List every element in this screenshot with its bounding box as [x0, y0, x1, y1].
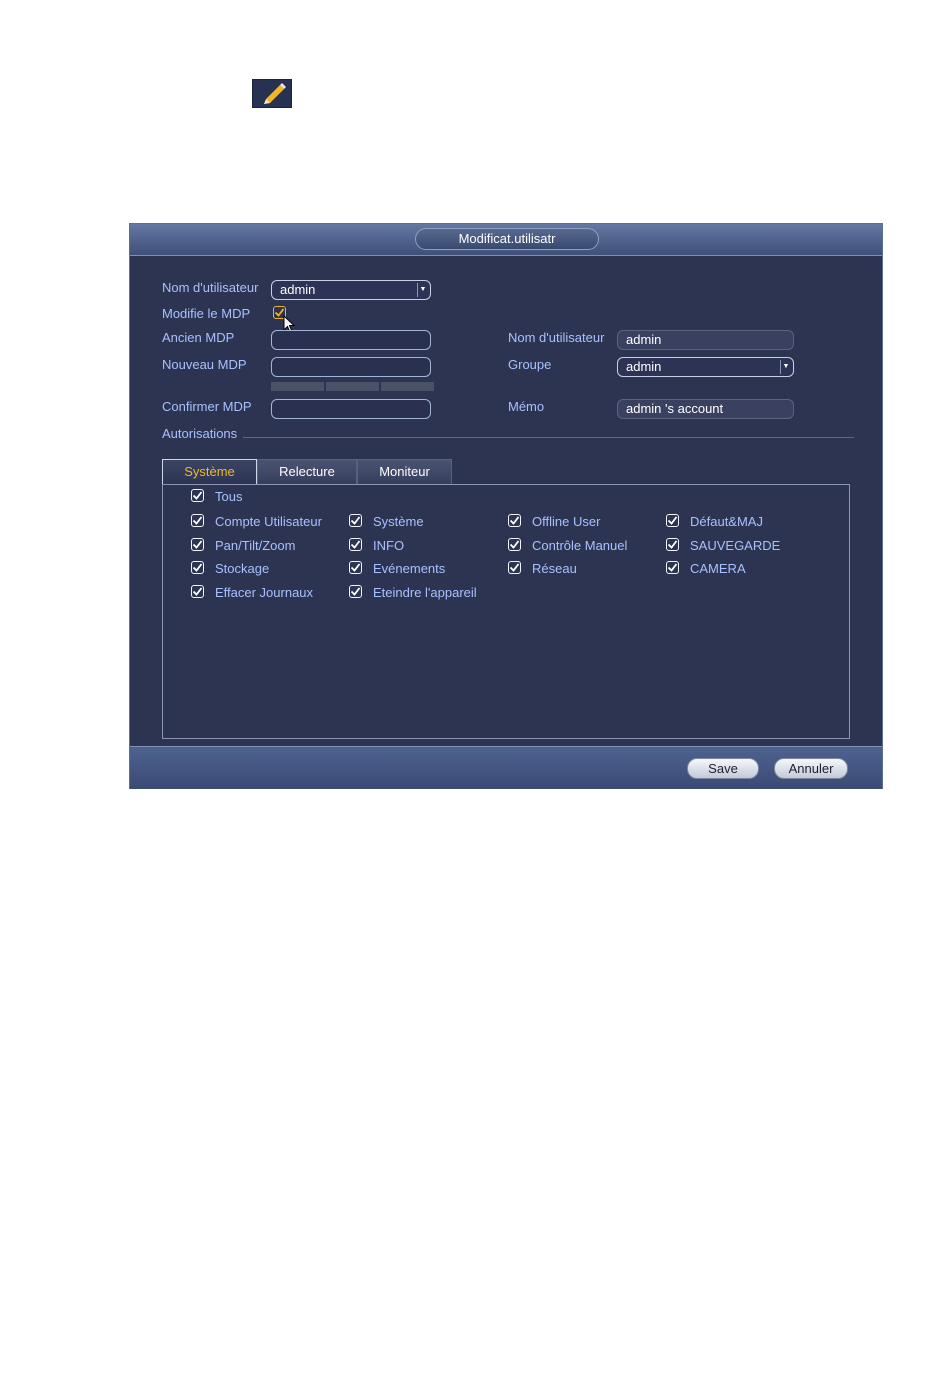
check-icon [350, 563, 361, 572]
permission-checkbox[interactable] [191, 489, 204, 502]
check-icon [667, 516, 678, 525]
permission-checkbox[interactable] [508, 538, 521, 551]
dialog-title: Modificat.utilisatr [415, 228, 599, 250]
check-icon [192, 516, 203, 525]
dialog-button-bar: Save Annuler [130, 746, 882, 789]
permission-checkbox[interactable] [349, 514, 362, 527]
chevron-down-icon: ▼ [417, 283, 428, 297]
permission-checkbox[interactable] [191, 538, 204, 551]
permission-label: Stockage [215, 561, 270, 576]
username-select[interactable]: admin ▼ [271, 280, 431, 300]
old-password-label: Ancien MDP [162, 330, 235, 345]
new-password-label: Nouveau MDP [162, 357, 247, 372]
permission-label: Contrôle Manuel [532, 538, 628, 553]
strength-segment [326, 382, 379, 391]
permission-label: Evénements [373, 561, 446, 576]
tab-system[interactable]: Système [162, 459, 257, 484]
section-divider [243, 437, 854, 438]
group-select[interactable]: admin ▼ [617, 357, 794, 377]
edit-pencil-icon[interactable] [252, 79, 292, 108]
check-icon [350, 516, 361, 525]
confirm-password-label: Confirmer MDP [162, 399, 252, 414]
permission-checkbox[interactable] [508, 561, 521, 574]
permission-checkbox[interactable] [666, 561, 679, 574]
check-icon [667, 563, 678, 572]
check-icon [192, 540, 203, 549]
new-password-input[interactable] [271, 357, 431, 377]
check-icon [350, 540, 361, 549]
strength-segment [271, 382, 324, 391]
permission-checkbox[interactable] [191, 585, 204, 598]
username-label: Nom d'utilisateur [162, 280, 259, 295]
group-label: Groupe [508, 357, 552, 372]
old-password-input[interactable] [271, 330, 431, 350]
tab-playback[interactable]: Relecture [257, 459, 357, 484]
chevron-down-icon: ▼ [780, 360, 791, 374]
modify-password-label: Modifie le MDP [162, 306, 251, 321]
permission-label: CAMERA [690, 561, 746, 576]
username-select-value: admin [280, 282, 316, 297]
check-icon [509, 563, 520, 572]
check-icon [192, 563, 203, 572]
permission-label: Effacer Journaux [215, 585, 314, 600]
permission-label: SAUVEGARDE [690, 538, 781, 553]
check-icon [192, 491, 203, 500]
tab-monitor[interactable]: Moniteur [357, 459, 452, 484]
dialog-titlebar: Modificat.utilisatr [130, 224, 882, 256]
permission-label: Pan/Tilt/Zoom [215, 538, 296, 553]
permission-checkbox[interactable] [349, 561, 362, 574]
permission-label: Compte Utilisateur [215, 514, 322, 529]
memo-label: Mémo [508, 399, 545, 414]
permission-checkbox[interactable] [666, 538, 679, 551]
permission-checkbox[interactable] [349, 585, 362, 598]
cancel-button[interactable]: Annuler [774, 758, 848, 779]
permission-checkbox[interactable] [508, 514, 521, 527]
permission-label: Réseau [532, 561, 577, 576]
permission-label: INFO [373, 538, 405, 553]
permission-label: Eteindre l'appareil [373, 585, 477, 600]
strength-segment [381, 382, 434, 391]
check-icon [509, 540, 520, 549]
info-username-field: admin [617, 330, 794, 350]
permissions-label: Autorisations [162, 426, 238, 441]
permission-checkbox[interactable] [666, 514, 679, 527]
save-button[interactable]: Save [687, 758, 759, 779]
memo-field: admin 's account [617, 399, 794, 419]
password-strength-meter [271, 382, 434, 391]
permission-checkbox[interactable] [349, 538, 362, 551]
check-icon [192, 587, 203, 596]
check-icon [667, 540, 678, 549]
permission-label: Défaut&MAJ [690, 514, 763, 529]
check-icon [509, 516, 520, 525]
info-username-label: Nom d'utilisateur [508, 330, 605, 345]
confirm-password-input[interactable] [271, 399, 431, 419]
permission-label: Offline User [532, 514, 601, 529]
permission-label: Système [373, 514, 424, 529]
check-icon [350, 587, 361, 596]
permission-checkbox[interactable] [191, 514, 204, 527]
group-select-value: admin [626, 359, 662, 374]
permission-checkbox[interactable] [191, 561, 204, 574]
permission-label: Tous [215, 489, 243, 504]
